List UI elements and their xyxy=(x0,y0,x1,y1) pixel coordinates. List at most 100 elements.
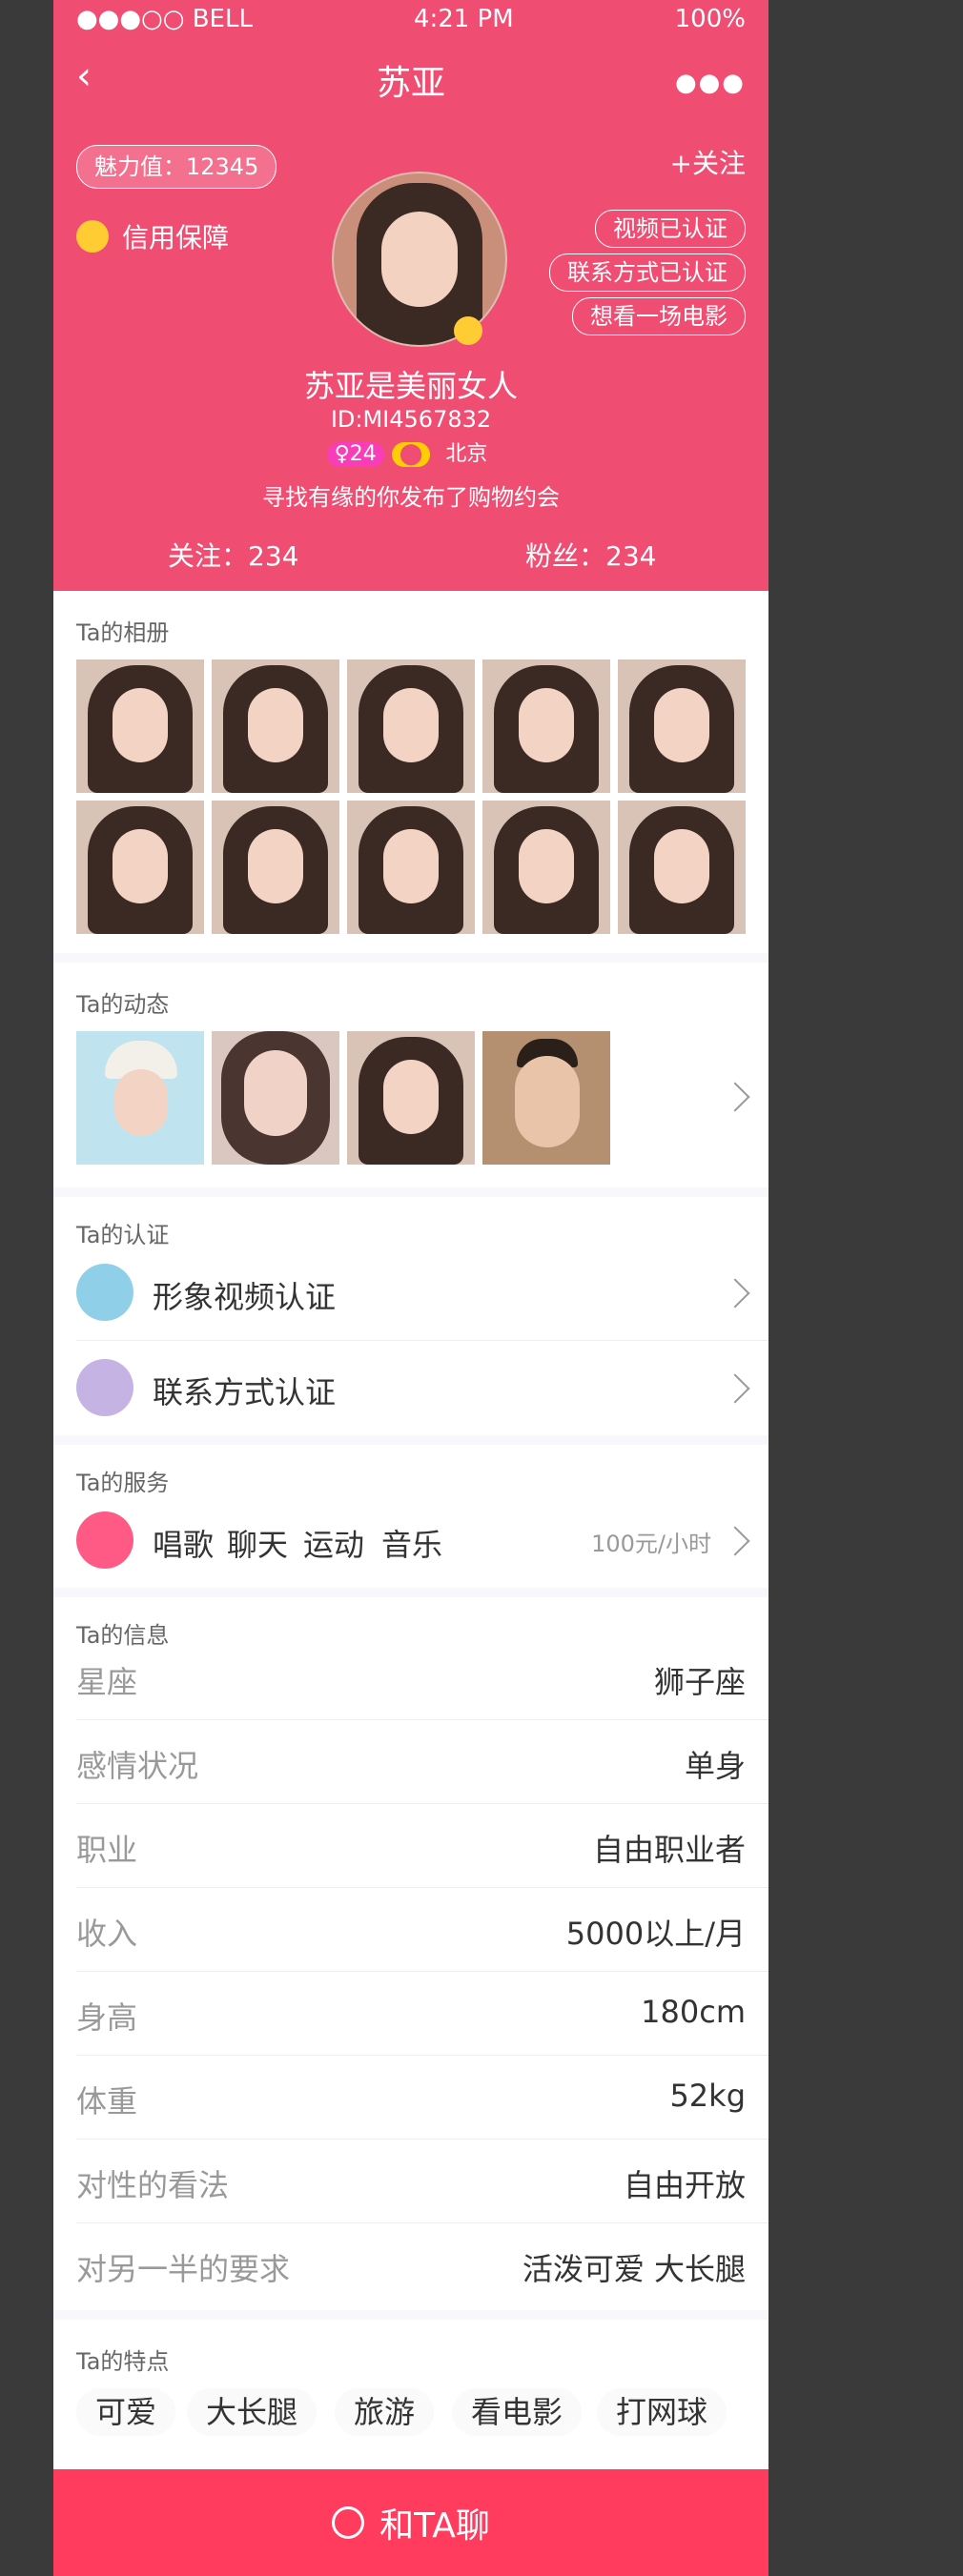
verified-badge-icon xyxy=(454,316,482,345)
user-id: ID:MI4567832 xyxy=(330,406,492,433)
info-label: 对性的看法 xyxy=(76,2167,230,2203)
dynamic-photo[interactable] xyxy=(76,1031,204,1165)
shield-check-icon xyxy=(76,220,109,253)
contact-cert-label[interactable]: 联系方式认证 xyxy=(153,1369,336,1412)
phone-screen: ●●●○○ BELL 4:21 PM 100% ‹ 苏亚 ●●● 魅力值：123… xyxy=(53,0,768,2576)
info-value: 单身 xyxy=(684,1748,746,1784)
album-photo[interactable] xyxy=(212,801,339,934)
cert-title: Ta的认证 xyxy=(76,1222,170,1248)
face-shape xyxy=(113,829,168,903)
service-title: Ta的服务 xyxy=(76,1470,170,1496)
album-title: Ta的相册 xyxy=(76,619,170,646)
clock: 4:21 PM xyxy=(413,5,514,33)
face-shape xyxy=(515,1056,580,1147)
page-title: 苏亚 xyxy=(376,64,445,103)
row-divider xyxy=(76,1719,768,1720)
dynamic-photo[interactable] xyxy=(482,1031,610,1165)
dynamic-photo[interactable] xyxy=(347,1031,475,1165)
album-photo[interactable] xyxy=(482,801,610,934)
nickname: 苏亚是美丽女人 xyxy=(303,368,518,404)
credit-guarantee[interactable]: 信用保障 xyxy=(76,217,229,255)
section-divider xyxy=(53,1187,768,1197)
album-photo[interactable] xyxy=(618,801,746,934)
chevron-right-icon[interactable] xyxy=(720,1278,750,1308)
info-label: 职业 xyxy=(76,1832,138,1868)
face-shape xyxy=(114,1069,168,1136)
info-value: 180cm xyxy=(641,1994,746,2030)
avatar-face xyxy=(381,212,458,307)
fans-count[interactable]: 粉丝：234 xyxy=(525,536,656,574)
heart-icon xyxy=(76,1511,133,1569)
info-label: 对另一半的要求 xyxy=(76,2251,291,2287)
face-shape xyxy=(654,688,709,762)
info-value: 5000以上/月 xyxy=(565,1916,746,1952)
chevron-right-icon[interactable] xyxy=(720,1373,750,1404)
age-badge: ♀24 xyxy=(326,442,384,467)
face-shape xyxy=(248,688,303,762)
album-photo[interactable] xyxy=(347,659,475,793)
face-shape xyxy=(248,829,303,903)
video-cert-label[interactable]: 形象视频认证 xyxy=(153,1273,336,1317)
album-photo[interactable] xyxy=(347,801,475,934)
level-badge: ⬤ xyxy=(391,442,431,467)
city-label: 北京 xyxy=(445,442,488,466)
face-shape xyxy=(383,1060,439,1134)
info-label: 身高 xyxy=(76,1999,138,2036)
info-value: 52kg xyxy=(669,2078,746,2114)
section-divider xyxy=(53,1588,768,1597)
info-value: 自由职业者 xyxy=(592,1832,746,1868)
row-divider xyxy=(76,1887,768,1888)
dynamic-title: Ta的动态 xyxy=(76,991,170,1018)
chat-bar[interactable]: 和TA聊 xyxy=(53,2469,768,2576)
contact-verified-tag: 联系方式已认证 xyxy=(549,254,746,292)
info-value: 活泼可爱 大长腿 xyxy=(522,2251,746,2287)
user-video-icon xyxy=(76,1264,133,1321)
album-photo[interactable] xyxy=(482,659,610,793)
carrier: ●●●○○ BELL xyxy=(76,5,253,33)
row-divider xyxy=(76,2139,768,2140)
album-photo[interactable] xyxy=(212,659,339,793)
phone-icon xyxy=(76,1359,133,1416)
more-icon[interactable]: ●●● xyxy=(675,69,746,97)
credit-label: 信用保障 xyxy=(122,222,230,254)
follows-count[interactable]: 关注：234 xyxy=(168,536,298,574)
section-divider xyxy=(53,2310,768,2320)
service-price: 100元/小时 xyxy=(591,1531,711,1557)
charm-pill: 魅力值：12345 xyxy=(76,145,277,189)
row-divider xyxy=(76,2055,768,2056)
album-photo[interactable] xyxy=(76,659,204,793)
wish-tag: 想看一场电影 xyxy=(572,297,746,335)
face-shape xyxy=(113,688,168,762)
row-divider xyxy=(76,1340,768,1341)
follow-button[interactable]: +关注 xyxy=(670,143,746,181)
row-divider xyxy=(76,2222,768,2223)
row-divider xyxy=(76,1803,768,1804)
trait-tag: 大长腿 xyxy=(187,2388,318,2436)
service-music: 音乐 xyxy=(381,1527,443,1563)
info-value: 自由开放 xyxy=(623,2167,746,2203)
row-divider xyxy=(76,1971,768,1972)
info-value: 狮子座 xyxy=(653,1664,746,1700)
profile-chips: ♀24 ⬤ 北京 xyxy=(53,442,768,467)
service-sport: 运动 xyxy=(303,1527,365,1563)
face-shape xyxy=(654,829,709,903)
chat-label: 和TA聊 xyxy=(379,2506,490,2546)
status-bar: ●●●○○ BELL 4:21 PM 100% xyxy=(53,0,768,38)
trait-tag: 可爱 xyxy=(76,2388,176,2436)
motto: 寻找有缘的你发布了购物约会 xyxy=(262,484,560,511)
info-label: 感情状况 xyxy=(76,1748,199,1784)
chevron-right-icon[interactable] xyxy=(720,1082,750,1112)
service-sing: 唱歌 xyxy=(153,1527,215,1563)
album-photo[interactable] xyxy=(618,659,746,793)
album-photo[interactable] xyxy=(76,801,204,934)
trait-tag: 打网球 xyxy=(597,2388,727,2436)
face-shape xyxy=(383,829,439,903)
trait-tag: 旅游 xyxy=(335,2388,435,2436)
video-verified-tag: 视频已认证 xyxy=(595,210,746,248)
section-divider xyxy=(53,953,768,963)
chevron-right-icon[interactable] xyxy=(720,1526,750,1556)
dynamic-photo[interactable] xyxy=(212,1031,339,1165)
avatar[interactable] xyxy=(332,172,507,347)
battery: 100% xyxy=(674,5,746,33)
info-label: 收入 xyxy=(76,1916,138,1952)
